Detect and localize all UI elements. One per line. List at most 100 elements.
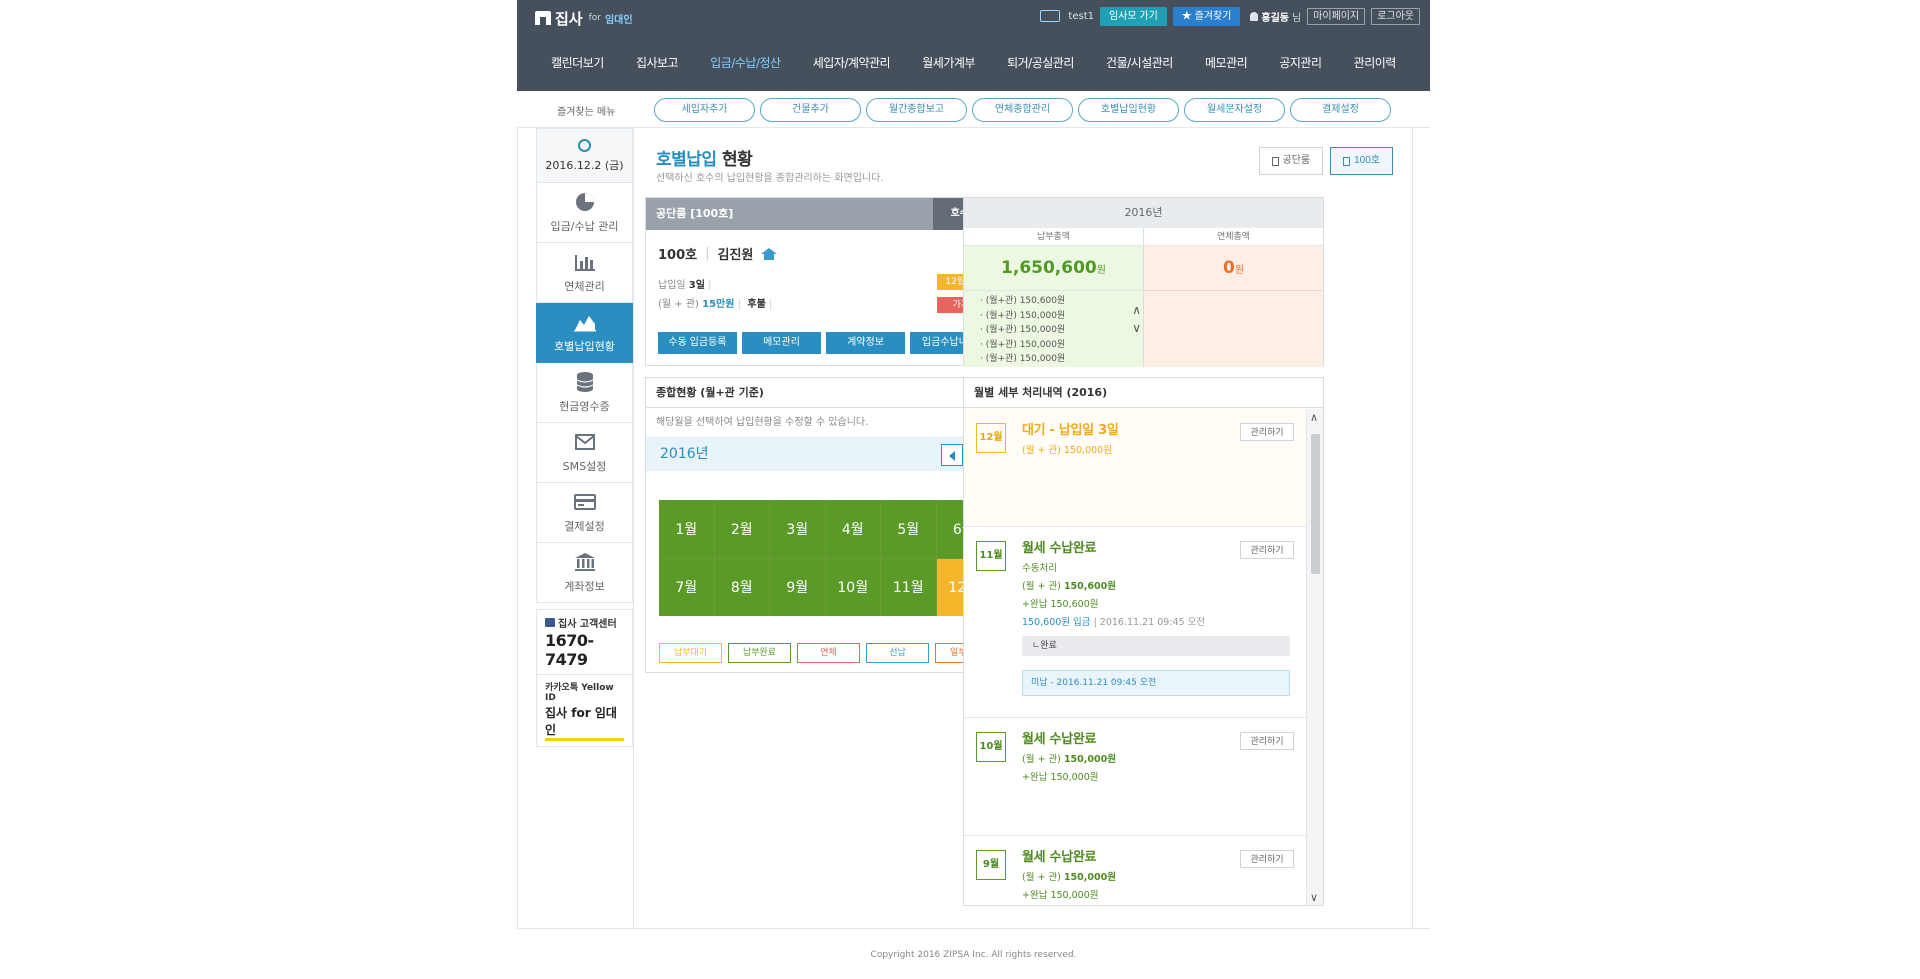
fav-payment-setting[interactable]: 결제설정 [1290,98,1391,122]
entry-complete: +완납 150,600원 [1022,599,1099,610]
list-item: 12월 대기 - 납입일 3일 (월 + 관) 150,000원 관리하기 [964,409,1306,527]
manage-button[interactable]: 관리하기 [1240,423,1294,441]
manage-button[interactable]: 관리하기 [1240,850,1294,868]
prev-year-button[interactable] [941,444,963,466]
unit-button[interactable]: 100호 [1330,147,1393,175]
user-name: 홍길동 [1261,12,1289,24]
sidebar-item-payment-setting[interactable]: 결제설정 [536,483,633,543]
sidebar-item-sms[interactable]: SMS설정 [536,423,633,483]
favorite-menu-bar: 즐겨찾는 메뉴 세입자추가 건물추가 월간종합보고 연체종합관리 호별납입현황 … [517,91,1430,128]
sidebar-item-payment[interactable]: 입금/수납 관리 [536,183,633,243]
building-button[interactable]: 공단룸 [1258,147,1324,175]
logout-button[interactable]: 로그아웃 [1371,7,1420,25]
house-logo-icon [545,618,555,627]
unit-action-buttons: 수동 입금등록 메모관리 계약정보 입금수납내역 [658,332,989,354]
month-cell[interactable]: 8월 [714,558,769,616]
amount-value: 150,000원 [1063,754,1116,765]
sidebar-item-cash-receipt[interactable]: 현금영수증 [536,363,633,423]
divider [517,128,518,928]
won-unit: 원 [1234,265,1245,276]
nav-report[interactable]: 집사보고 [636,46,679,80]
contract-info-button[interactable]: 계약정보 [826,332,905,354]
go-community-button[interactable]: 임사모 가기 [1100,6,1167,26]
brand-name: 집사 [555,9,583,28]
memo-button[interactable]: 메모관리 [742,332,821,354]
today-date-box: 2016.12.2 (금) [536,128,633,183]
chevron-down-icon[interactable]: ∨ [1310,891,1318,904]
nav-payment[interactable]: 입금/수납/정산 [710,46,781,80]
kakao-label: 카카오톡 Yellow ID [545,683,614,703]
month-cell[interactable]: 10월 [825,558,880,616]
nav-notice[interactable]: 공지관리 [1279,46,1322,80]
fav-monthly-report[interactable]: 월간종합보고 [866,98,967,122]
list-item: · (월+관) 150,000원 [980,339,1066,350]
sidebar-item-account[interactable]: 계좌정보 [536,543,633,603]
month-cell[interactable]: 11월 [881,558,936,616]
nav-vacancy[interactable]: 퇴거/공실관리 [1007,46,1074,80]
month-cell[interactable]: 2월 [714,500,769,558]
unit-button-label: 100호 [1354,155,1380,166]
month-badge: 11월 [976,541,1006,571]
monthly-detail-title: 월별 세부 처리내역 (2016) [964,378,1323,408]
user-info: 홍길동 님 [1250,9,1301,24]
favorites-button[interactable]: ★ 즐겨찾기 [1172,6,1241,26]
fav-add-building[interactable]: 건물추가 [760,98,861,122]
overview-year: 2016년 [660,446,709,462]
fav-overdue[interactable]: 연체종합관리 [972,98,1073,122]
fav-sms-setting[interactable]: 월세문자설정 [1184,98,1285,122]
credit-card-icon [573,494,596,510]
month-cell[interactable]: 5월 [881,500,936,558]
house-icon [761,247,778,260]
scrollbar[interactable]: ∧ ∨ [1306,409,1323,905]
manage-button[interactable]: 관리하기 [1240,732,1294,750]
chevron-up-icon[interactable]: ∧ [1310,411,1318,424]
overview-title: 종합현황 (월+관 기준) [646,378,1005,408]
amount-value: 150,600원 [1063,581,1116,592]
paid-total-label: 납부총액 [964,228,1143,246]
rent-row: (월 + 관) 15만원 | 후불 | [658,299,773,310]
main-nav: 캘린더보기 집사보고 입금/수납/정산 세입자/계약관리 월세가계부 퇴거/공실… [517,46,1430,80]
bank-icon [574,553,595,571]
amount-label: (월 + 관) [1022,754,1061,765]
month-cell[interactable]: 3월 [770,500,825,558]
favorite-menu-label: 즐겨찾는 메뉴 [557,107,616,118]
divider [633,128,634,928]
document-icon [1271,156,1279,166]
manage-button[interactable]: 관리하기 [1240,541,1294,559]
document-icon [1343,156,1351,166]
fav-unit-payment[interactable]: 호별납입현황 [1078,98,1179,122]
nav-calendar[interactable]: 캘린더보기 [551,46,604,80]
manual-deposit-button[interactable]: 수동 입금등록 [658,332,737,354]
scroll-arrows[interactable]: ∧ ∨ [1132,301,1141,337]
list-item: · (월+관) 150,600원 [980,296,1066,306]
logo[interactable]: 집사 for 임대인 [535,7,633,29]
nav-memo[interactable]: 메모관리 [1205,46,1248,80]
fav-add-tenant[interactable]: 세입자추가 [654,98,755,122]
mypage-button[interactable]: 마이페이지 [1307,7,1366,25]
area-chart-icon [573,316,596,332]
nav-history[interactable]: 관리이력 [1354,46,1397,80]
sidebar-item-unit-payment[interactable]: 호별납입현황 [536,303,633,363]
legend-prepaid: 선납 [866,643,929,663]
monthly-detail-list[interactable]: 12월 대기 - 납입일 3일 (월 + 관) 150,000원 관리하기 11… [964,409,1306,905]
nav-building[interactable]: 건물/시설관리 [1106,46,1173,80]
page-title: 호별납입 현황 [656,145,753,170]
memo-bar: ㄴ완료 [1022,636,1290,656]
page-title-rest: 현황 [721,150,753,170]
paid-history-list[interactable]: · (월+관) 150,600원 · (월+관) 150,000원 · (월+관… [964,290,1143,366]
month-cell[interactable]: 4월 [825,500,880,558]
sidebar-item-label: 현금영수증 [559,400,610,413]
nav-ledger[interactable]: 월세가계부 [922,46,975,80]
clock-icon [578,139,591,152]
nav-tenant[interactable]: 세입자/계약관리 [813,46,891,80]
scrollbar-thumb[interactable] [1311,434,1320,574]
overview-panel: 종합현황 (월+관 기준) 해당월을 선택하여 납입현황을 수정할 수 있습니다… [645,377,1006,673]
month-cell[interactable]: 1월 [659,500,714,558]
legend-overdue: 연체 [797,643,860,663]
month-cell[interactable]: 7월 [659,558,714,616]
overdue-total-column: 연체총액 0원 [1143,228,1323,367]
customer-center-box: 집사 고객센터 1670-7479 카카오톡 Yellow ID 집사 for … [536,609,633,747]
sidebar-item-overdue[interactable]: 연체관리 [536,243,633,303]
month-cell[interactable]: 9월 [770,558,825,616]
rent-value: 15만원 [702,299,735,310]
